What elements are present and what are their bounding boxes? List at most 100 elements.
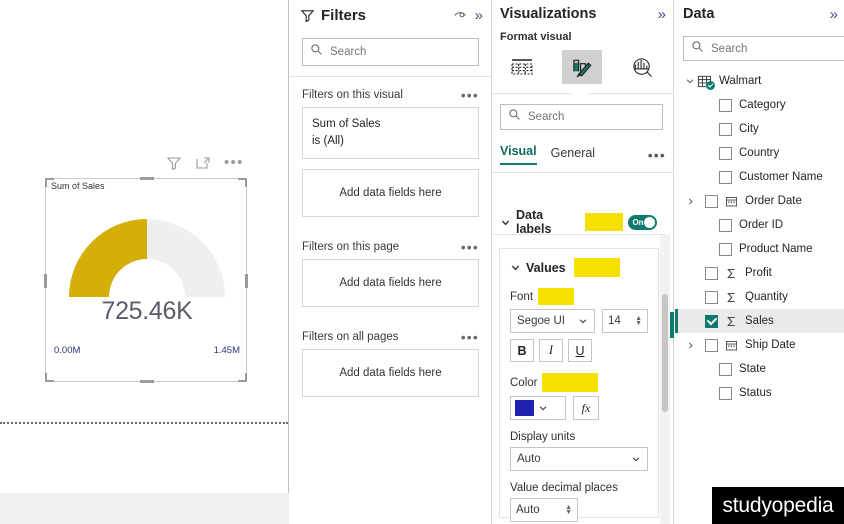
resize-handle[interactable] <box>45 178 54 180</box>
filter-card-sum-of-sales[interactable]: Sum of Sales is (All) <box>302 107 479 159</box>
decimal-places-stepper[interactable]: Auto ▲ ▼ <box>510 498 578 522</box>
selected-field-marker <box>670 312 674 338</box>
field-checkbox[interactable] <box>719 218 732 232</box>
color-picker[interactable] <box>510 396 566 420</box>
visual-header-toolbar: ••• <box>166 155 244 171</box>
analytics-magnifier-icon[interactable] <box>622 50 662 84</box>
filter-icon[interactable] <box>166 155 182 171</box>
resize-handle[interactable] <box>238 380 247 382</box>
data-labels-toggle[interactable]: On <box>628 214 657 230</box>
visualizations-pane: Visualizations » Format visual Search Vi… <box>492 0 674 524</box>
collapse-visualizations-icon[interactable]: » <box>658 7 666 22</box>
chevron-right-icon[interactable] <box>683 197 697 206</box>
chevron-right-icon[interactable] <box>683 341 697 350</box>
values-header[interactable]: Values <box>510 258 648 277</box>
field-row-customer-name[interactable]: Customer Name <box>675 165 844 189</box>
filters-all-pages-label: Filters on all pages <box>302 331 399 343</box>
field-row-product-name[interactable]: Product Name <box>675 237 844 261</box>
field-row-ship-date[interactable]: Ship Date <box>675 333 844 357</box>
conditional-formatting-button[interactable]: fx <box>573 396 599 420</box>
field-checkbox[interactable] <box>705 314 718 328</box>
field-checkbox[interactable] <box>719 98 732 112</box>
resize-handle[interactable] <box>45 380 54 382</box>
field-checkbox[interactable] <box>719 386 732 400</box>
build-visual-icon[interactable] <box>502 50 542 84</box>
field-checkbox[interactable] <box>719 170 732 184</box>
field-row-order-id[interactable]: Order ID <box>675 213 844 237</box>
field-table-walmart[interactable]: Walmart <box>675 69 844 93</box>
filters-all-pages-dropzone[interactable]: Add data fields here <box>302 349 479 397</box>
stepper-down-icon[interactable]: ▼ <box>635 320 642 327</box>
field-checkbox[interactable] <box>719 242 732 256</box>
field-row-state[interactable]: State <box>675 357 844 381</box>
field-checkbox[interactable] <box>719 362 732 376</box>
visualizations-scrollbar-thumb[interactable] <box>662 294 668 412</box>
resize-handle[interactable] <box>44 274 47 288</box>
more-options-icon[interactable]: ••• <box>461 240 479 254</box>
display-units-select[interactable]: Auto <box>510 447 648 471</box>
field-row-country[interactable]: Country <box>675 141 844 165</box>
more-options-icon[interactable]: ••• <box>461 88 479 102</box>
format-visual-label: Format visual <box>500 31 572 43</box>
filter-field-name: Sum of Sales <box>312 118 381 130</box>
field-checkbox[interactable] <box>705 194 718 208</box>
field-row-order-date[interactable]: Order Date <box>675 189 844 213</box>
filters-page-dropzone[interactable]: Add data fields here <box>302 259 479 307</box>
font-size-stepper[interactable]: 14 ▲ ▼ <box>601 309 648 333</box>
more-options-icon[interactable]: ••• <box>461 330 479 344</box>
sigma-icon <box>725 291 740 304</box>
field-checkbox[interactable] <box>705 338 718 352</box>
data-search-placeholder: Search <box>711 42 748 55</box>
data-labels-label: Data labels <box>516 208 552 236</box>
report-canvas[interactable]: ••• Sum of Sales 725.46K 0.00M 1.45M <box>0 0 289 493</box>
field-label: Status <box>739 387 772 399</box>
italic-button[interactable]: I <box>539 339 563 362</box>
field-row-status[interactable]: Status <box>675 381 844 405</box>
values-label: Values <box>526 260 566 275</box>
stepper-arrows[interactable]: ▲ ▼ <box>565 504 572 516</box>
search-icon <box>691 40 704 58</box>
chevron-down-icon[interactable] <box>500 217 511 228</box>
resize-handle[interactable] <box>245 274 248 288</box>
underline-button[interactable]: U <box>568 339 592 362</box>
field-row-profit[interactable]: Profit <box>675 261 844 285</box>
field-checkbox[interactable] <box>719 122 732 136</box>
tab-visual[interactable]: Visual <box>500 144 537 165</box>
more-options-icon[interactable]: ••• <box>224 155 244 170</box>
data-search-input[interactable]: Search <box>683 36 844 61</box>
resize-handle[interactable] <box>140 177 154 180</box>
focus-mode-icon[interactable] <box>195 155 211 171</box>
field-checkbox[interactable] <box>719 146 732 160</box>
gauge-visual[interactable]: Sum of Sales 725.46K 0.00M 1.45M <box>44 177 248 383</box>
field-row-quantity[interactable]: Quantity <box>675 285 844 309</box>
sigma-icon <box>725 267 740 280</box>
font-family-select[interactable]: Segoe UI <box>510 309 595 333</box>
gauge-min-label: 0.00M <box>54 345 81 356</box>
resize-handle[interactable] <box>140 380 154 383</box>
data-labels-section-header[interactable]: Data labels On <box>492 208 666 236</box>
filters-visual-dropzone[interactable]: Add data fields here <box>302 169 479 217</box>
more-options-icon[interactable]: ••• <box>648 148 666 165</box>
gauge-chart: 725.46K 0.00M 1.45M <box>46 197 248 365</box>
bold-button[interactable]: B <box>510 339 534 362</box>
field-row-category[interactable]: Category <box>675 93 844 117</box>
field-row-sales[interactable]: Sales <box>675 309 844 333</box>
gauge-max-label: 1.45M <box>213 345 240 356</box>
toggle-state-label: On <box>632 217 644 227</box>
eye-icon[interactable] <box>453 7 469 23</box>
chevron-down-icon[interactable] <box>510 262 521 273</box>
collapse-filters-icon[interactable]: » <box>475 8 483 23</box>
divider <box>290 76 491 77</box>
visualizations-search-input[interactable]: Search <box>500 104 663 130</box>
format-paintbrush-icon[interactable] <box>562 50 602 84</box>
tab-general[interactable]: General <box>551 146 595 165</box>
field-row-city[interactable]: City <box>675 117 844 141</box>
stepper-arrows[interactable]: ▲ ▼ <box>635 315 642 327</box>
field-checkbox[interactable] <box>705 290 718 304</box>
stepper-down-icon[interactable]: ▼ <box>565 509 572 516</box>
filters-search-input[interactable]: Search <box>302 38 479 66</box>
resize-handle[interactable] <box>238 178 247 180</box>
collapse-data-icon[interactable]: » <box>830 7 838 22</box>
chevron-down-icon[interactable] <box>683 76 697 86</box>
field-checkbox[interactable] <box>705 266 718 280</box>
